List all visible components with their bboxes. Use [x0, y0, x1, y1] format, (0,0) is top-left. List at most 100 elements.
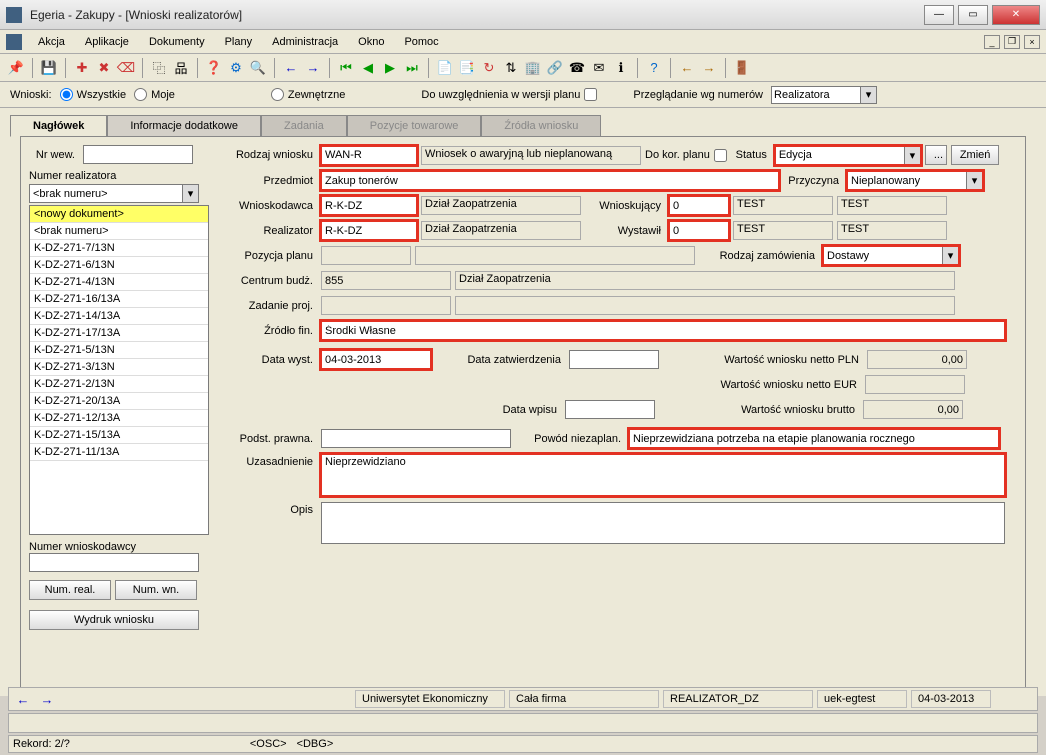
list-item[interactable]: K-DZ-271-20/13A: [30, 393, 208, 410]
list-item[interactable]: K-DZ-271-3/13N: [30, 359, 208, 376]
first-icon[interactable]: ⏮: [336, 58, 356, 78]
maximize-button[interactable]: ▭: [958, 5, 988, 25]
data-wyst-field[interactable]: [321, 350, 431, 369]
tab-pozycje[interactable]: Pozycje towarowe: [347, 115, 482, 137]
powod-field[interactable]: [629, 429, 999, 448]
refresh-icon[interactable]: ↻: [479, 58, 499, 78]
opis-field[interactable]: [321, 502, 1005, 544]
doc2-icon[interactable]: 📑: [457, 58, 477, 78]
prev-icon[interactable]: ←: [281, 58, 301, 78]
data-wpisu-field[interactable]: [565, 400, 655, 419]
menu-pomoc[interactable]: Pomoc: [396, 34, 446, 50]
numer-real-select[interactable]: [29, 184, 183, 203]
podst-field[interactable]: [321, 429, 511, 448]
menu-plany[interactable]: Plany: [217, 34, 261, 50]
przedmiot-field[interactable]: [321, 171, 779, 190]
menu-administracja[interactable]: Administracja: [264, 34, 346, 50]
list-item[interactable]: K-DZ-271-15/13A: [30, 427, 208, 444]
menu-akcja[interactable]: Akcja: [30, 34, 73, 50]
link-icon[interactable]: 🔗: [545, 58, 565, 78]
data-zatw-field[interactable]: [569, 350, 659, 369]
help-icon[interactable]: ❓: [204, 58, 224, 78]
rodzaj-zam-select[interactable]: [823, 246, 943, 265]
radio-wszystkie[interactable]: Wszystkie: [60, 88, 127, 101]
minimize-button[interactable]: —: [924, 5, 954, 25]
num-wn-button[interactable]: Num. wn.: [115, 580, 197, 600]
org-icon[interactable]: 🏢: [523, 58, 543, 78]
nav-fwd-icon[interactable]: →: [37, 689, 57, 709]
wnioskujacy-field[interactable]: [669, 196, 729, 215]
do-kor-check[interactable]: [714, 149, 727, 162]
copy-icon[interactable]: ⿻: [149, 58, 169, 78]
rodzaj-wniosku-field[interactable]: [321, 146, 417, 165]
close-button[interactable]: ✕: [992, 5, 1040, 25]
tab-zadania[interactable]: Zadania: [261, 115, 347, 137]
menu-okno[interactable]: Okno: [350, 34, 392, 50]
mdi-minimize[interactable]: _: [984, 35, 1000, 49]
search-icon[interactable]: 🔍: [248, 58, 268, 78]
wydruk-button[interactable]: Wydruk wniosku: [29, 610, 199, 630]
nav-back-icon[interactable]: ←: [13, 689, 33, 709]
info-icon[interactable]: ℹ: [611, 58, 631, 78]
list-item[interactable]: K-DZ-271-4/13N: [30, 274, 208, 291]
last-icon[interactable]: ⏭: [402, 58, 422, 78]
radio-moje[interactable]: Moje: [134, 88, 175, 101]
nr-wew-field[interactable]: [83, 145, 193, 164]
radio-zewnetrzne[interactable]: Zewnętrzne: [271, 88, 345, 101]
delete-icon[interactable]: ✖: [94, 58, 114, 78]
mdi-close[interactable]: ×: [1024, 35, 1040, 49]
wystawil-field[interactable]: [669, 221, 729, 240]
exit-icon[interactable]: 🚪: [732, 58, 752, 78]
tab-zrodla[interactable]: Źródła wniosku: [481, 115, 601, 137]
przyczyna-select[interactable]: [847, 171, 967, 190]
list-item[interactable]: K-DZ-271-11/13A: [30, 444, 208, 461]
mail-icon[interactable]: ✉: [589, 58, 609, 78]
chevron-down-icon[interactable]: ▾: [861, 86, 877, 104]
clear-icon[interactable]: ⌫: [116, 58, 136, 78]
status-select[interactable]: [775, 146, 905, 165]
list-item[interactable]: <brak numeru>: [30, 223, 208, 240]
menu-aplikacje[interactable]: Aplikacje: [77, 34, 137, 50]
przegladanie-select[interactable]: [771, 86, 861, 104]
chevron-down-icon[interactable]: ▾: [183, 184, 199, 203]
menu-dokumenty[interactable]: Dokumenty: [141, 34, 213, 50]
back-icon[interactable]: ◀: [358, 58, 378, 78]
zmien-button[interactable]: Zmień: [951, 145, 1000, 165]
num-real-button[interactable]: Num. real.: [29, 580, 111, 600]
sort-icon[interactable]: ⇅: [501, 58, 521, 78]
numer-wn-field[interactable]: [29, 553, 199, 572]
list-item[interactable]: K-DZ-271-14/13A: [30, 308, 208, 325]
save-icon[interactable]: 💾: [39, 58, 59, 78]
filter-icon[interactable]: ⚙: [226, 58, 246, 78]
list-item[interactable]: K-DZ-271-5/13N: [30, 342, 208, 359]
chevron-down-icon[interactable]: ▾: [943, 246, 959, 265]
next-icon[interactable]: →: [303, 58, 323, 78]
doc1-icon[interactable]: 📄: [435, 58, 455, 78]
realizator-field[interactable]: [321, 221, 417, 240]
list-item[interactable]: K-DZ-271-2/13N: [30, 376, 208, 393]
chevron-down-icon[interactable]: ▾: [905, 146, 921, 165]
list-item[interactable]: K-DZ-271-16/13A: [30, 291, 208, 308]
list-item[interactable]: K-DZ-271-6/13N: [30, 257, 208, 274]
zrodlo-field[interactable]: [321, 321, 1005, 340]
list-item[interactable]: K-DZ-271-17/13A: [30, 325, 208, 342]
list-item[interactable]: <nowy dokument>: [30, 206, 208, 223]
mdi-restore[interactable]: ❐: [1004, 35, 1020, 49]
add-icon[interactable]: ✚: [72, 58, 92, 78]
tab-info[interactable]: Informacje dodatkowe: [107, 115, 261, 137]
fwd-icon[interactable]: ▶: [380, 58, 400, 78]
nav-prev-icon[interactable]: ←: [677, 58, 697, 78]
wnioskodawca-field[interactable]: [321, 196, 417, 215]
phone-icon[interactable]: ☎: [567, 58, 587, 78]
list-item[interactable]: K-DZ-271-12/13A: [30, 410, 208, 427]
ellipsis-button[interactable]: ...: [925, 145, 947, 165]
nav-next-icon[interactable]: →: [699, 58, 719, 78]
help2-icon[interactable]: ?: [644, 58, 664, 78]
uzasadnienie-field[interactable]: [321, 454, 1005, 496]
list-item[interactable]: K-DZ-271-7/13N: [30, 240, 208, 257]
tree-icon[interactable]: 品: [171, 58, 191, 78]
chevron-down-icon[interactable]: ▾: [967, 171, 983, 190]
realizator-list[interactable]: <nowy dokument><brak numeru>K-DZ-271-7/1…: [29, 205, 209, 535]
tab-naglowek[interactable]: Nagłówek: [10, 115, 107, 137]
check-do-uwz[interactable]: Do uwzględnienia w wersji planu: [421, 88, 597, 101]
